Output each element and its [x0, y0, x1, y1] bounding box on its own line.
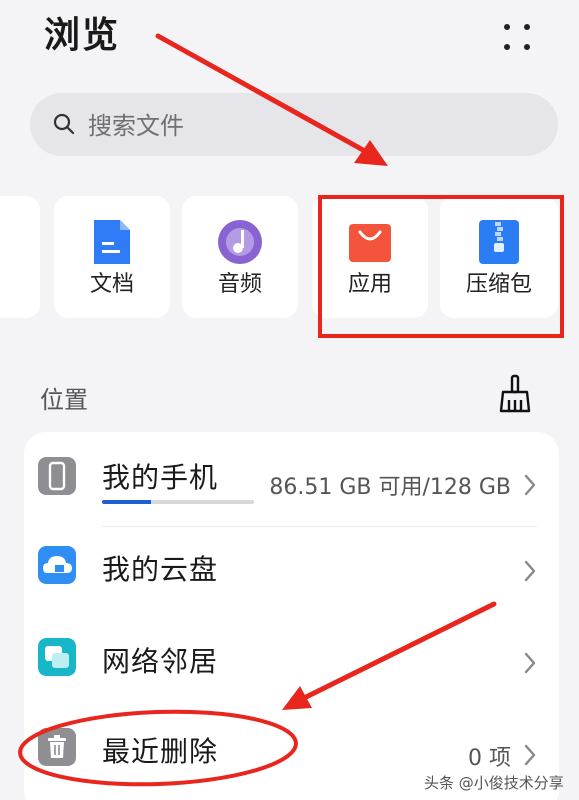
chevron-right-icon	[524, 744, 536, 766]
more-dot	[524, 44, 530, 50]
location-list: 我的手机 86.51 GB 可用/128 GB 我的云盘 网络邻居 最近删除 0…	[24, 432, 559, 800]
row-label: 我的云盘	[102, 553, 219, 586]
cloud-drive-icon	[38, 546, 76, 584]
broom-icon[interactable]	[498, 374, 532, 414]
network-neighbor-icon	[38, 638, 76, 676]
chevron-right-icon	[524, 560, 536, 582]
more-dot	[524, 24, 530, 30]
page-title: 浏览	[44, 15, 121, 56]
audio-icon	[218, 220, 262, 264]
category-documents[interactable]: 文档	[54, 196, 170, 318]
row-label: 我的手机	[102, 461, 219, 494]
phone-icon	[38, 457, 76, 495]
category-partial-card[interactable]	[0, 196, 40, 318]
watermark: 头条 @小俊技术分享	[424, 774, 564, 792]
storage-usage-bar	[102, 500, 254, 504]
search-placeholder: 搜索文件	[88, 112, 184, 140]
row-divider	[102, 526, 537, 527]
category-audio[interactable]: 音频	[182, 196, 298, 318]
location-row-my-cloud[interactable]: 我的云盘	[24, 528, 559, 616]
row-label: 网络邻居	[102, 645, 219, 678]
more-dot	[504, 24, 510, 30]
storage-detail: 86.51 GB 可用/128 GB	[269, 475, 511, 500]
chevron-right-icon	[524, 474, 536, 496]
section-title-location: 位置	[40, 386, 88, 414]
deleted-count: 0 项	[468, 746, 511, 771]
search-bar[interactable]: 搜索文件	[30, 93, 558, 156]
more-dot	[504, 44, 510, 50]
chevron-right-icon	[524, 652, 536, 674]
location-row-network[interactable]: 网络邻居	[24, 616, 559, 704]
trash-icon	[38, 728, 76, 766]
search-icon	[53, 113, 75, 135]
more-options-button[interactable]	[500, 20, 534, 54]
file-browser-page: 浏览 搜索文件 文档 音频 应用 压缩包 位置 我的手机 86.51 GB 可用…	[0, 0, 579, 800]
document-icon	[94, 220, 130, 264]
storage-usage-fill	[102, 500, 151, 504]
row-label: 最近删除	[102, 735, 219, 768]
annotation-highlight-box	[318, 195, 564, 338]
category-label: 文档	[89, 272, 134, 297]
location-row-my-phone[interactable]: 我的手机 86.51 GB 可用/128 GB	[24, 432, 559, 520]
category-label: 音频	[217, 272, 262, 297]
